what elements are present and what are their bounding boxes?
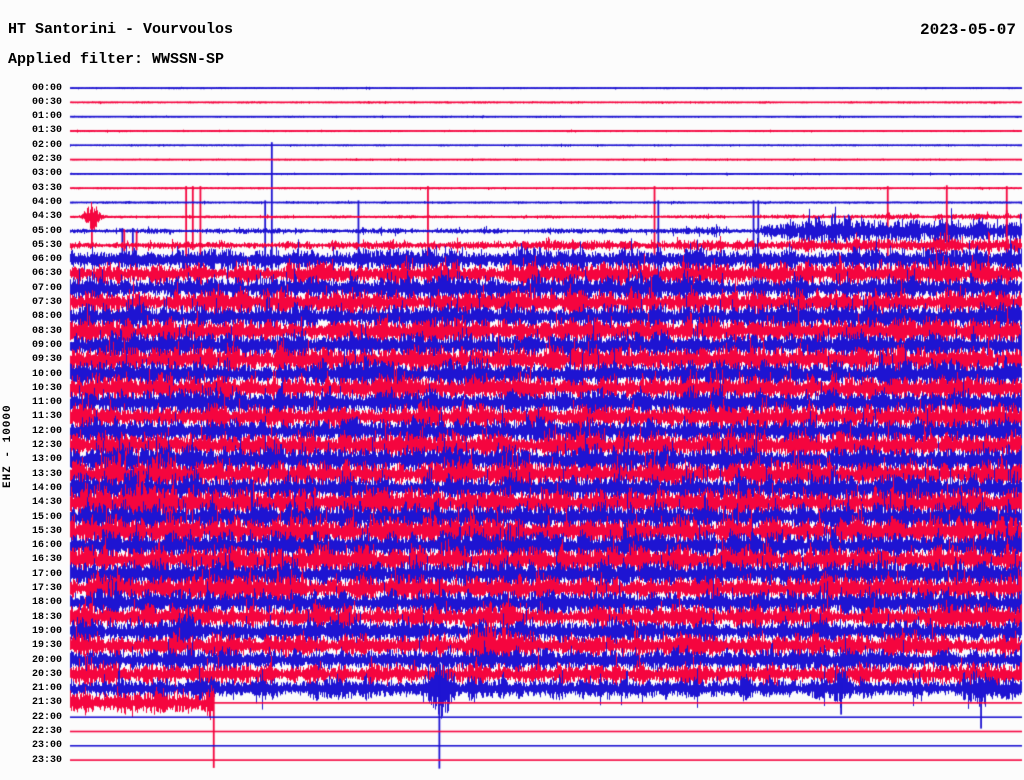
time-label: 19:30: [31, 640, 62, 652]
time-label: 11:30: [31, 411, 62, 423]
time-label: 14:00: [31, 482, 62, 494]
time-label: 07:30: [31, 297, 62, 308]
time-label: 00:00: [31, 82, 62, 94]
time-label: 00:30: [31, 96, 62, 108]
time-label: 09:30: [31, 354, 62, 366]
time-label: 04:00: [31, 196, 62, 208]
time-label: 04:30: [31, 211, 62, 223]
time-label: 13:00: [31, 454, 62, 466]
applied-filter-label: Applied filter: WWSSN-SP: [8, 51, 225, 68]
time-label: 16:00: [31, 540, 62, 552]
time-label: 10:30: [31, 382, 62, 394]
time-label: 23:30: [31, 754, 62, 766]
time-label: 19:00: [31, 625, 62, 637]
time-label: 08:00: [31, 311, 62, 323]
time-label: 02:30: [31, 154, 62, 165]
time-label: 03:30: [31, 182, 62, 194]
time-label: 01:00: [31, 111, 62, 123]
time-label: 06:30: [31, 268, 62, 280]
time-label: 02:00: [31, 139, 62, 151]
time-label: 05:00: [31, 225, 62, 237]
time-label: 22:30: [31, 726, 62, 737]
time-label: 18:00: [31, 597, 62, 609]
time-label: 13:30: [31, 468, 62, 480]
time-label: 12:30: [31, 440, 62, 451]
time-label: 21:00: [31, 683, 62, 695]
time-label: 14:30: [31, 497, 62, 509]
date-label: 2023-05-07: [919, 21, 1016, 39]
time-label: 17:30: [31, 583, 62, 594]
time-label: 21:30: [31, 697, 62, 709]
helicorder-canvas: [0, 0, 1024, 780]
time-label: 12:00: [31, 425, 62, 437]
station-title: HT Santorini - Vourvoulos: [8, 21, 234, 38]
time-label: 20:30: [31, 668, 62, 680]
time-label: 01:30: [31, 125, 62, 137]
time-label: 23:00: [31, 740, 62, 752]
time-label: 18:30: [31, 611, 62, 623]
time-label: 03:00: [31, 168, 62, 180]
time-label: 22:00: [31, 711, 62, 723]
time-label: 07:00: [31, 282, 62, 294]
time-label: 20:00: [31, 654, 62, 666]
time-label: 06:00: [31, 254, 62, 266]
time-label: 05:30: [31, 239, 62, 251]
time-label: 15:30: [31, 525, 62, 537]
time-label: 11:00: [31, 397, 62, 409]
time-label: 10:00: [31, 368, 62, 380]
helicorder-page: HT Santorini - Vourvoulos Applied filter…: [0, 0, 1024, 780]
time-label: 15:00: [31, 511, 62, 523]
time-label: 08:30: [31, 325, 62, 337]
time-label: 16:30: [31, 554, 62, 566]
time-label: 17:00: [31, 568, 62, 580]
time-label: 09:00: [31, 339, 62, 351]
